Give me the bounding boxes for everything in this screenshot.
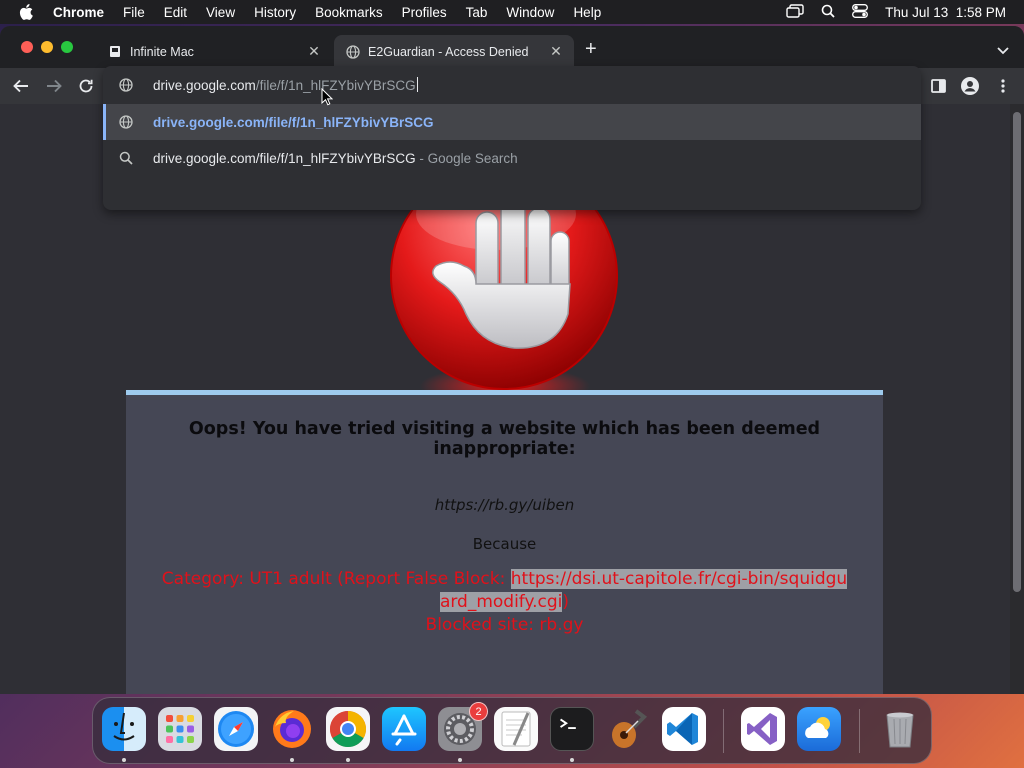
reload-icon[interactable] (76, 76, 96, 96)
blocked-url: https://rb.gy/uiben (434, 496, 575, 514)
page-scrollbar[interactable] (1010, 104, 1024, 694)
because-label: Because (472, 535, 537, 553)
terminal-icon[interactable] (550, 707, 594, 751)
block-category: Category: UT1 adult (Report False Block:… (126, 568, 883, 637)
category-close: ) (562, 592, 570, 612)
menu-profiles[interactable]: Profiles (402, 5, 447, 20)
menu-file[interactable]: File (123, 5, 145, 20)
suggestion-query: drive.google.com/file/f/1n_hlFZYbivYBrSC… (153, 150, 416, 166)
address-bar[interactable]: drive.google.com/file/f/1n_hlFZYbivYBrSC… (103, 66, 921, 104)
omnibox-dropdown: drive.google.com/file/f/1n_hlFZYbivYBrSC… (103, 66, 921, 210)
report-false-block-link-cont[interactable]: ard_modify.cgi (439, 592, 563, 612)
menubar-clock[interactable]: Thu Jul 13 1:58 PM (885, 5, 1006, 20)
omnibox-suggestion-url[interactable]: drive.google.com/file/f/1n_hlFZYbivYBrSC… (103, 104, 921, 140)
launchpad-icon[interactable] (158, 707, 202, 751)
profile-icon[interactable] (960, 76, 980, 96)
trash-icon[interactable] (878, 707, 922, 751)
suggestion-suffix: - Google Search (415, 150, 518, 166)
weather-icon[interactable] (797, 707, 841, 751)
garageband-icon[interactable] (606, 707, 650, 751)
close-tab-icon[interactable]: ✕ (306, 43, 322, 60)
zoom-window-button[interactable] (61, 41, 73, 53)
running-indicator (570, 758, 574, 762)
menu-tab[interactable]: Tab (466, 5, 488, 20)
block-message-panel: Oops! You have tried visiting a website … (126, 390, 883, 694)
tab-title: Infinite Mac (130, 44, 194, 59)
url-host: drive.google.com (153, 78, 256, 93)
control-center-icon[interactable] (852, 3, 869, 21)
blocked-site: Blocked site: rb.gy (425, 615, 584, 635)
page-icon (108, 45, 122, 59)
scrollbar-thumb[interactable] (1013, 112, 1021, 592)
chrome-window: Infinite Mac ✕ E2Guardian - Access Denie… (0, 26, 1024, 694)
running-indicator (290, 758, 294, 762)
back-arrow-icon[interactable] (11, 76, 31, 96)
running-indicator (346, 758, 350, 762)
report-false-block-link[interactable]: https://dsi.ut-capitole.fr/cgi-bin/squid… (510, 569, 848, 589)
menu-help[interactable]: Help (573, 5, 601, 20)
selection-indicator (103, 104, 106, 140)
running-indicator (458, 758, 462, 762)
side-panel-icon[interactable] (928, 76, 948, 96)
menu-bar: Chrome File Edit View History Bookmarks … (0, 0, 1024, 24)
textedit-icon[interactable] (494, 707, 538, 751)
suggestion-text: drive.google.com/file/f/1n_hlFZYbivYBrSC… (153, 151, 518, 166)
tab-e2guardian[interactable]: E2Guardian - Access Denied ✕ (334, 35, 574, 68)
tab-strip: Infinite Mac ✕ E2Guardian - Access Denie… (0, 26, 1024, 68)
menu-window[interactable]: Window (506, 5, 554, 20)
menu-app-name[interactable]: Chrome (53, 5, 104, 20)
address-bar-text[interactable]: drive.google.com/file/f/1n_hlFZYbivYBrSC… (153, 77, 418, 93)
menu-history[interactable]: History (254, 5, 296, 20)
dock-separator (723, 709, 724, 753)
spotlight-search-icon[interactable] (821, 4, 835, 21)
dock: 2 (92, 697, 932, 764)
tab-title: E2Guardian - Access Denied (368, 44, 529, 59)
globe-icon (119, 78, 133, 97)
menu-edit[interactable]: Edit (164, 5, 187, 20)
dock-separator (859, 709, 860, 753)
screen-mirroring-icon[interactable] (786, 3, 804, 21)
app-store-icon[interactable] (382, 707, 426, 751)
stop-hand-icon (390, 174, 618, 406)
apple-menu-icon[interactable] (19, 4, 37, 20)
close-tab-icon[interactable]: ✕ (548, 43, 564, 60)
globe-icon (346, 44, 360, 59)
finder-icon[interactable] (102, 707, 146, 751)
search-icon (119, 151, 133, 170)
text-caret (416, 77, 418, 92)
new-tab-plus-icon[interactable]: + (585, 39, 597, 59)
google-chrome-icon[interactable] (326, 707, 370, 751)
tab-search-chevron-down-icon[interactable] (997, 42, 1009, 60)
tab-infinite-mac[interactable]: Infinite Mac ✕ (96, 35, 332, 68)
running-indicator (122, 758, 126, 762)
more-menu-icon[interactable] (993, 76, 1013, 96)
visual-studio-code-icon[interactable] (662, 707, 706, 751)
menu-view[interactable]: View (206, 5, 235, 20)
globe-icon (119, 115, 133, 134)
block-heading: Oops! You have tried visiting a website … (188, 419, 821, 459)
forward-arrow-icon[interactable] (44, 76, 64, 96)
minimize-window-button[interactable] (41, 41, 53, 53)
category-text: Category: UT1 adult (Report False Block: (161, 569, 511, 589)
url-path: /file/f/1n_hlFZYbivYBrSCG (255, 78, 416, 93)
visual-studio-icon[interactable] (741, 707, 785, 751)
omnibox-suggestion-search[interactable]: drive.google.com/file/f/1n_hlFZYbivYBrSC… (103, 140, 921, 176)
safari-icon[interactable] (214, 707, 258, 751)
close-window-button[interactable] (21, 41, 33, 53)
firefox-icon[interactable] (270, 707, 314, 751)
mouse-cursor-icon (321, 87, 334, 111)
notification-badge: 2 (469, 702, 488, 721)
suggestion-text: drive.google.com/file/f/1n_hlFZYbivYBrSC… (153, 114, 434, 130)
menu-bookmarks[interactable]: Bookmarks (315, 5, 383, 20)
